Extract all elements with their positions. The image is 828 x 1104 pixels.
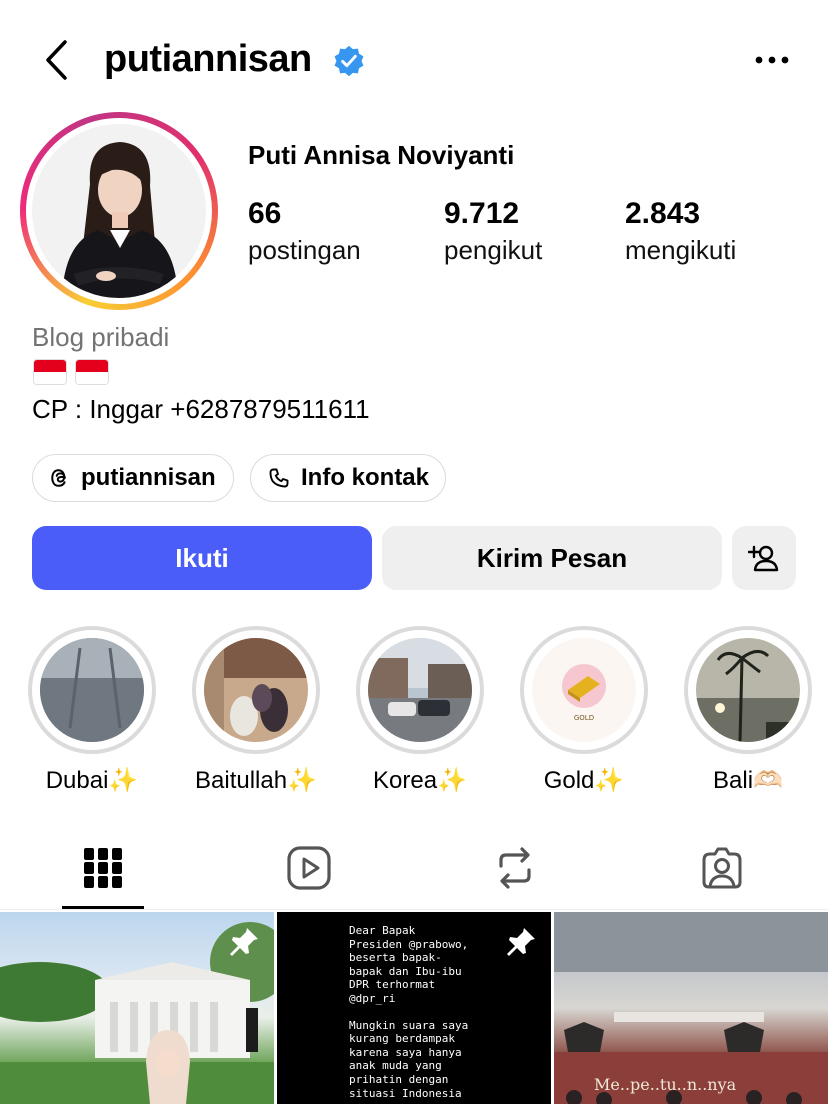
grid-icon — [84, 848, 122, 888]
highlight-gold[interactable]: GOLD Gold✨ — [520, 626, 648, 795]
profile-username: putiannisan — [104, 38, 312, 80]
highlight-cover — [696, 638, 800, 742]
highlight-bali[interactable]: Bali🫶🏻 — [684, 626, 812, 795]
stat-following-count: 2.843 — [625, 197, 701, 230]
indonesia-flag-icon — [34, 360, 66, 384]
stat-posts-count: 66 — [248, 197, 282, 230]
highlight-label: Dubai✨ — [45, 767, 139, 794]
threads-link-pill[interactable]: putiannisan — [32, 454, 234, 502]
threads-icon — [51, 469, 66, 487]
highlight-label: Gold✨ — [543, 767, 625, 794]
post-text-paragraph: Mungkin suara saya kurang berdampak kare… — [349, 1018, 469, 1100]
suggested-users-button[interactable] — [732, 526, 796, 590]
gold-cover-text: GOLD — [574, 714, 594, 722]
chevron-left-icon — [46, 40, 67, 80]
profile-avatar-story-ring[interactable] — [20, 112, 218, 310]
tagged-icon — [702, 847, 742, 889]
profile-header: putiannisan — [0, 0, 828, 120]
stat-followers-label: pengikut — [444, 235, 543, 265]
more-options-button[interactable] — [752, 46, 792, 74]
post-text-paragraph: Dear Bapak Presiden @prabowo, beserta ba… — [349, 924, 469, 1005]
tabs-divider — [0, 909, 828, 910]
stat-followers[interactable]: 9.712 pengikut — [444, 196, 542, 268]
contact-info-pill[interactable]: Info kontak — [250, 454, 446, 502]
highlight-cover — [204, 638, 308, 742]
stat-following-label: mengikuti — [625, 235, 737, 265]
posts-grid: Dear Bapak Presiden @prabowo, beserta ba… — [0, 912, 828, 1104]
stat-posts[interactable]: 66 postingan — [248, 196, 361, 268]
bio-category: Blog pribadi — [32, 322, 170, 352]
tab-reels[interactable] — [269, 838, 349, 898]
stat-posts-label: postingan — [248, 235, 361, 265]
back-button[interactable] — [36, 38, 76, 82]
bio-contact: CP : Inggar +6287879511611 — [32, 394, 370, 424]
highlight-korea[interactable]: Korea✨ — [356, 626, 484, 795]
highlight-cover — [368, 638, 472, 742]
reposts-icon — [499, 847, 531, 889]
post-banner-text: Me..pe..tu..n..nya — [594, 1075, 737, 1094]
highlight-label: Bali🫶🏻 — [713, 767, 783, 794]
stat-following[interactable]: 2.843 mengikuti — [625, 196, 736, 268]
highlight-label: Baitullah✨ — [195, 767, 317, 794]
verified-badge-icon — [334, 45, 364, 77]
contact-info-label: Info kontak — [301, 464, 430, 491]
highlight-label: Korea✨ — [373, 767, 467, 794]
more-horizontal-icon — [755, 56, 789, 64]
highlight-cover: GOLD — [532, 638, 636, 742]
highlight-cover — [40, 638, 144, 742]
phone-icon — [269, 468, 289, 488]
bio-flags — [34, 360, 108, 384]
follow-button[interactable]: Ikuti — [32, 526, 372, 590]
post-text-overlay: Dear Bapak Presiden @prabowo, beserta ba… — [349, 924, 499, 1100]
profile-full-name: Puti Annisa Noviyanti — [248, 140, 515, 170]
reels-icon — [287, 846, 331, 890]
tab-reposts[interactable] — [475, 838, 555, 898]
pinned-icon — [507, 928, 535, 956]
post-image: Me..pe..tu..n..nya — [554, 912, 828, 1104]
post-thumbnail[interactable]: Dear Bapak Presiden @prabowo, beserta ba… — [277, 912, 551, 1104]
post-thumbnail[interactable]: Me..pe..tu..n..nya — [554, 912, 828, 1104]
indonesia-flag-icon — [76, 360, 108, 384]
avatar-photo — [32, 124, 206, 298]
message-button[interactable]: Kirim Pesan — [382, 526, 722, 590]
highlight-baitullah[interactable]: Baitullah✨ — [192, 626, 320, 795]
highlight-dubai[interactable]: Dubai✨ — [28, 626, 156, 795]
avatar — [32, 124, 206, 298]
stat-followers-count: 9.712 — [444, 197, 520, 230]
threads-link-label: putiannisan — [81, 464, 216, 491]
pinned-icon — [230, 928, 258, 956]
post-thumbnail[interactable] — [0, 912, 274, 1104]
tab-posts-grid[interactable] — [63, 838, 143, 898]
add-person-icon — [748, 545, 779, 572]
tab-tagged[interactable] — [682, 838, 762, 898]
